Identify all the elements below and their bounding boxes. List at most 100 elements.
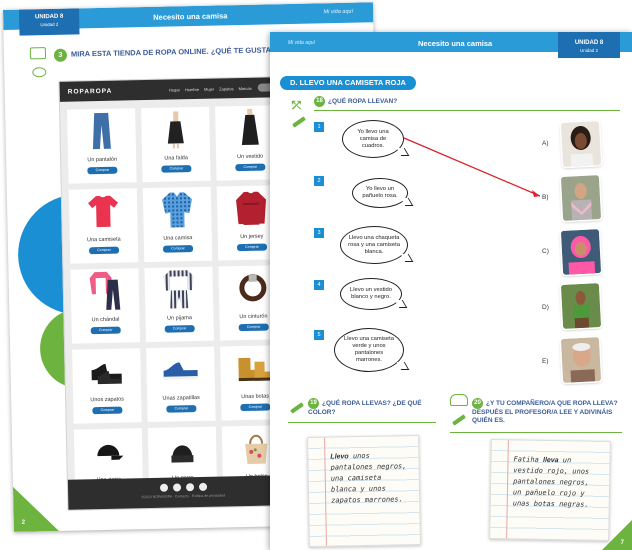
corner-decoration: [602, 520, 632, 550]
unit-label: UNIDAD 8: [574, 40, 604, 46]
header-subtitle: Mi vida aquí: [323, 8, 354, 16]
social-icon[interactable]: [185, 483, 194, 492]
divider: [288, 422, 436, 423]
statement-number: 4: [314, 280, 324, 290]
activity-instruction: 3 MIRA ESTA TIENDA DE ROPA ONLINE. ¿QUÉ T…: [53, 44, 291, 62]
unit-tab: UNIDAD 8 Unidad 2: [558, 32, 620, 58]
pencil-icon: [452, 414, 466, 426]
buy-button[interactable]: Comprar: [236, 243, 268, 252]
sneakers-icon: [146, 347, 215, 392]
book-icon: [29, 47, 47, 60]
product-card: Un pijama Comprar: [144, 266, 214, 343]
shop-footer: ©2023 ROPAROPA ∙ Contacto ∙ Política de …: [67, 474, 299, 510]
statement-number: 2: [314, 176, 324, 186]
product-card: Una camisa Comprar: [142, 186, 213, 263]
nav-link[interactable]: Mujer: [204, 86, 214, 91]
buy-button[interactable]: Comprar: [92, 406, 123, 415]
option-label: E): [542, 358, 549, 365]
product-name: Una falda: [164, 155, 188, 162]
note-start: Fatiha: [513, 455, 539, 464]
speech-icon: [32, 67, 47, 78]
buy-button[interactable]: Comprar: [162, 245, 194, 253]
page-title: Necesito una camisa: [418, 39, 493, 48]
social-icon[interactable]: [172, 483, 181, 492]
note-margin: [506, 440, 509, 539]
product-card: Unas zapatillas Comprar: [146, 346, 216, 423]
social-icon[interactable]: [159, 483, 168, 492]
tracksuit-icon: [70, 268, 139, 313]
header-subtitle: Mi vida aquí: [288, 40, 315, 46]
shop-nav: Hogar Hombre Mujer Zapatos Marcas: [169, 85, 252, 92]
unit-sub: Unidad 2: [579, 48, 598, 53]
question-20: 20 ¿Y TU COMPAÑERO/A QUE ROPA LLEVA? DESP…: [472, 398, 622, 425]
person-photo: [560, 229, 602, 275]
skirt-icon: [141, 107, 210, 152]
note-bold: Llevo: [330, 453, 349, 461]
question-19: 19 ¿QUÉ ROPA LLEVAS? ¿DE QUÉ COLOR?: [308, 398, 428, 417]
question-text: ¿QUÉ ROPA LLEVAN?: [328, 98, 398, 106]
pencil-icon: [292, 116, 306, 128]
person-photo: [560, 283, 602, 329]
product-card: Una falda Comprar: [141, 106, 211, 183]
buy-button[interactable]: Comprar: [238, 323, 269, 332]
shop-logo: ROPAROPA: [67, 87, 113, 96]
nav-link[interactable]: Hombre: [185, 86, 199, 91]
note-bold: lleva: [542, 456, 559, 465]
shoes-icon: [72, 348, 141, 393]
section-title: D. LLEVO UNA CAMISETA ROJA: [280, 76, 416, 90]
statement-number: 3: [314, 228, 324, 238]
instruction-text: MIRA ESTA TIENDA DE ROPA ONLINE. ¿QUÉ TE…: [70, 44, 291, 59]
option-label: D): [542, 304, 549, 311]
buy-button[interactable]: Comprar: [235, 163, 266, 172]
product-name: Un pantalón: [87, 156, 118, 164]
speech-bubble: Llevo un vestido blanco y negro.: [340, 278, 402, 310]
option-label: B): [542, 194, 549, 201]
buy-button[interactable]: Comprar: [166, 405, 197, 413]
right-page: Mi vida aquí Necesito una camisa UNIDAD …: [270, 32, 632, 550]
product-name: Unos zapatos: [90, 396, 125, 404]
match-icon: ⤱: [292, 100, 301, 112]
buy-button[interactable]: Comprar: [164, 325, 195, 333]
question-number: 18: [314, 96, 325, 107]
page-title: Necesito una camisa: [153, 11, 228, 22]
pajamas-icon: [144, 267, 213, 312]
product-card: Una camiseta Comprar: [68, 188, 139, 264]
buy-button[interactable]: Comprar: [87, 166, 118, 175]
buy-button[interactable]: Comprar: [240, 403, 271, 412]
cap-icon: [74, 428, 143, 473]
notebook-note: Llevo unos pantalones negros, una camise…: [307, 435, 421, 547]
nav-link[interactable]: Marcas: [239, 85, 252, 90]
pair-icon: [450, 394, 468, 406]
product-name: Una camiseta: [86, 236, 121, 244]
product-name: Un pijama: [167, 315, 192, 322]
speech-bubble: Llevo una camiseta verde y unos pantalon…: [334, 328, 404, 372]
tshirt-icon: [69, 188, 138, 233]
activity-number: 3: [53, 48, 68, 62]
person-photo: [560, 175, 602, 221]
social-icon[interactable]: [198, 482, 207, 492]
product-name: Una camisa: [163, 235, 193, 242]
product-name: Unas zapatillas: [162, 394, 200, 402]
speech-bubble: Yo llevo un pañuelo rosa.: [352, 178, 408, 208]
unit-tab: UNIDAD 8 Unidad 2: [18, 8, 80, 36]
corner-decoration: [12, 485, 59, 532]
buy-button[interactable]: Comprar: [88, 246, 120, 255]
option-label: C): [542, 248, 549, 255]
note-body: un vestido rojo, unos pantalones negros,…: [512, 456, 590, 509]
statement-number: 5: [314, 330, 324, 340]
product-name: Un chándal: [91, 316, 120, 324]
nav-link[interactable]: Hogar: [169, 87, 180, 92]
buy-button[interactable]: Comprar: [90, 326, 121, 335]
product-grid: Un pantalón Comprar Una falda Comprar Un…: [60, 97, 299, 512]
unit-label: UNIDAD 8: [34, 13, 64, 21]
unit-sub: Unidad 2: [40, 21, 59, 28]
trousers-icon: [67, 108, 136, 153]
divider: [450, 432, 622, 433]
question-number: 19: [308, 398, 319, 409]
speech-bubble: Yo llevo una camisa de cuadros.: [342, 120, 404, 158]
question-18: 18 ¿QUÉ ROPA LLEVAN?: [314, 96, 397, 107]
nav-link[interactable]: Zapatos: [219, 86, 234, 91]
beanie-icon: [148, 427, 217, 472]
buy-button[interactable]: Comprar: [161, 165, 192, 173]
pencil-icon: [290, 402, 304, 414]
